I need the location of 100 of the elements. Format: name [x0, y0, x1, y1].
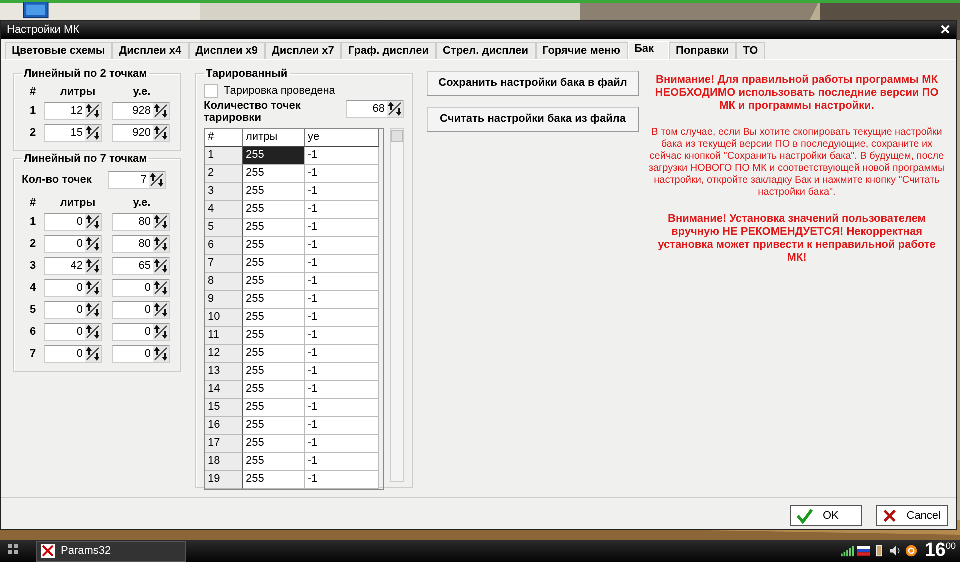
tab[interactable]: Горячие меню: [536, 42, 628, 59]
spin-button[interactable]: [153, 124, 169, 141]
spin-field[interactable]: 65: [112, 256, 170, 275]
spin-button[interactable]: [387, 100, 403, 117]
table-cell[interactable]: -1: [305, 470, 379, 489]
table-cell[interactable]: -1: [305, 164, 379, 183]
spin-field[interactable]: 12: [44, 102, 102, 120]
spin-button[interactable]: [85, 102, 101, 119]
table-cell[interactable]: 255: [243, 290, 305, 309]
table-cell[interactable]: -1: [305, 308, 379, 327]
table-cell[interactable]: -1: [305, 380, 379, 399]
table-cell[interactable]: -1: [305, 434, 379, 453]
spin-button[interactable]: [85, 214, 101, 230]
spin-field[interactable]: 0: [44, 212, 102, 231]
spin-button[interactable]: [153, 346, 169, 362]
table-cell[interactable]: 255: [243, 236, 305, 255]
scrollbar[interactable]: [390, 128, 404, 482]
spin-button[interactable]: [85, 346, 101, 362]
spin-field[interactable]: 0: [44, 300, 102, 319]
taskbar-button[interactable]: Params32: [36, 540, 186, 562]
table-cell[interactable]: -1: [305, 452, 379, 471]
cancel-button[interactable]: Cancel: [876, 505, 948, 526]
spin-field[interactable]: 0: [112, 344, 170, 363]
spin-field[interactable]: 0: [44, 234, 102, 253]
circle-icon[interactable]: [904, 545, 918, 557]
spin-button[interactable]: [85, 324, 101, 340]
tab[interactable]: ТО: [736, 42, 766, 59]
table-cell[interactable]: -1: [305, 236, 379, 255]
table-cell[interactable]: -1: [305, 326, 379, 345]
table-cell[interactable]: 255: [243, 326, 305, 345]
spin-field[interactable]: 0: [44, 344, 102, 363]
spin-button[interactable]: [153, 280, 169, 296]
table-cell[interactable]: -1: [305, 272, 379, 291]
spin-button[interactable]: [85, 280, 101, 296]
monitor-icon[interactable]: [22, 2, 50, 19]
spin-field[interactable]: 0: [112, 278, 170, 297]
tab[interactable]: Бак: [628, 40, 670, 59]
spin-field[interactable]: 920: [112, 124, 170, 142]
signal-icon[interactable]: [840, 545, 854, 557]
table-cell[interactable]: 255: [243, 164, 305, 183]
table-cell[interactable]: 255: [243, 218, 305, 237]
spin-field[interactable]: 80: [112, 234, 170, 253]
spin-field[interactable]: 80: [112, 212, 170, 231]
table-cell[interactable]: -1: [305, 254, 379, 273]
table-cell[interactable]: 255: [243, 308, 305, 327]
table-cell[interactable]: -1: [305, 416, 379, 435]
spin-field[interactable]: 42: [44, 256, 102, 275]
spin-field[interactable]: 0: [44, 278, 102, 297]
table-cell[interactable]: 255: [243, 362, 305, 381]
spin-button[interactable]: [85, 258, 101, 274]
spin-field[interactable]: 928: [112, 102, 170, 120]
spin-button[interactable]: [85, 302, 101, 318]
table-cell[interactable]: -1: [305, 398, 379, 417]
table-cell[interactable]: -1: [305, 146, 379, 165]
table-cell[interactable]: -1: [305, 200, 379, 219]
table-cell[interactable]: 255: [243, 182, 305, 201]
spin-button[interactable]: [85, 236, 101, 252]
tab[interactable]: Цветовые схемы: [5, 42, 112, 59]
tab[interactable]: Стрел. дисплеи: [436, 42, 536, 59]
spin-button[interactable]: [85, 124, 101, 141]
table-cell[interactable]: 255: [243, 452, 305, 471]
table-cell[interactable]: 255: [243, 272, 305, 291]
table-cell[interactable]: 255: [243, 470, 305, 489]
table-cell[interactable]: 255: [243, 146, 305, 165]
spin-button[interactable]: [153, 236, 169, 252]
close-icon[interactable]: [941, 25, 950, 34]
speaker-icon[interactable]: [888, 545, 902, 557]
table-cell[interactable]: -1: [305, 182, 379, 201]
spin-button[interactable]: [153, 214, 169, 230]
ok-button[interactable]: OK: [790, 505, 862, 526]
table-cell[interactable]: -1: [305, 344, 379, 363]
tab[interactable]: Дисплеи x9: [188, 42, 265, 59]
tab[interactable]: Поправки: [669, 42, 736, 59]
spin-button[interactable]: [153, 102, 169, 119]
table-cell[interactable]: 255: [243, 344, 305, 363]
spin-field[interactable]: 0: [112, 300, 170, 319]
spin-field[interactable]: 0: [112, 322, 170, 341]
spin-field[interactable]: 0: [44, 322, 102, 341]
tab[interactable]: Дисплеи x4: [112, 42, 189, 59]
spin-field[interactable]: 68: [346, 100, 404, 118]
table-cell[interactable]: 255: [243, 416, 305, 435]
file-button[interactable]: Считать настройки бака из файла: [427, 106, 639, 132]
spin-field[interactable]: 15: [44, 124, 102, 142]
spin-field[interactable]: 7: [108, 170, 166, 189]
spin-button[interactable]: [153, 302, 169, 318]
checkbox[interactable]: [204, 84, 218, 98]
table-cell[interactable]: -1: [305, 362, 379, 381]
spin-button[interactable]: [153, 324, 169, 340]
file-button[interactable]: Сохранить настройки бака в файл: [427, 70, 639, 96]
table-cell[interactable]: 255: [243, 200, 305, 219]
spin-button[interactable]: [153, 258, 169, 274]
table-cell[interactable]: -1: [305, 218, 379, 237]
table-cell[interactable]: 255: [243, 380, 305, 399]
tab[interactable]: Дисплеи x7: [265, 42, 342, 59]
table-cell[interactable]: 255: [243, 254, 305, 273]
table-cell[interactable]: 255: [243, 398, 305, 417]
table-cell[interactable]: 255: [243, 434, 305, 453]
table-cell[interactable]: -1: [305, 290, 379, 309]
flag-icon[interactable]: [856, 545, 870, 557]
tab[interactable]: Граф. дисплеи: [341, 42, 436, 59]
